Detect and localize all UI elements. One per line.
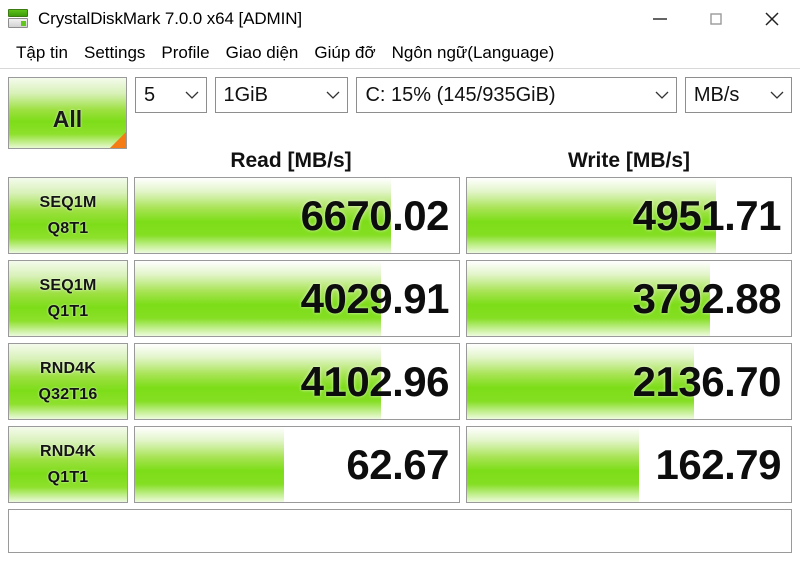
read-result-seq1m-q8t1[interactable]: 6670.02 <box>134 177 460 254</box>
target-drive-value: C: 15% (145/935GiB) <box>365 83 556 106</box>
column-header-spacer <box>8 149 128 177</box>
test-label-sub: Q32T16 <box>38 385 98 403</box>
column-headers: Read [MB/s] Write [MB/s] <box>0 149 800 177</box>
table-row: SEQ1M Q8T1 6670.02 4951.71 <box>8 177 792 254</box>
write-value: 162.79 <box>655 440 782 488</box>
test-label-main: SEQ1M <box>39 276 97 294</box>
read-result-seq1m-q1t1[interactable]: 4029.91 <box>134 260 460 337</box>
test-label-seq1m-q8t1[interactable]: SEQ1M Q8T1 <box>8 177 128 254</box>
write-value: 3792.88 <box>632 274 782 322</box>
test-size-dropdown[interactable]: 1GiB <box>214 77 349 113</box>
read-result-rnd4k-q32t16[interactable]: 4102.96 <box>134 343 460 420</box>
test-label-rnd4k-q1t1[interactable]: RND4K Q1T1 <box>8 426 128 503</box>
crystaldiskmark-window: CrystalDiskMark 7.0.0 x64 [ADMIN] Tập ti… <box>0 0 800 576</box>
target-drive-dropdown[interactable]: C: 15% (145/935GiB) <box>356 77 677 113</box>
test-label-sub: Q8T1 <box>47 219 89 237</box>
read-bar-fill <box>135 427 285 502</box>
read-value: 62.67 <box>346 440 449 488</box>
test-label-main: RND4K <box>39 442 97 460</box>
title-bar: CrystalDiskMark 7.0.0 x64 [ADMIN] <box>0 0 800 38</box>
close-button[interactable] <box>744 0 800 38</box>
write-result-rnd4k-q32t16[interactable]: 2136.70 <box>466 343 792 420</box>
menu-item-settings[interactable]: Settings <box>76 43 153 63</box>
window-title: CrystalDiskMark 7.0.0 x64 [ADMIN] <box>38 9 303 28</box>
chevron-down-icon <box>770 91 784 99</box>
unit-dropdown[interactable]: MB/s <box>684 77 793 113</box>
table-row: SEQ1M Q1T1 4029.91 3792.88 <box>8 260 792 337</box>
minimize-icon <box>653 18 667 20</box>
chevron-down-icon <box>655 91 669 99</box>
write-column-header: Write [MB/s] <box>567 149 691 172</box>
status-comment-box[interactable] <box>8 509 792 553</box>
unit-value: MB/s <box>693 83 740 106</box>
run-all-label: All <box>52 105 83 132</box>
test-label-main: SEQ1M <box>39 193 97 211</box>
test-label-rnd4k-q32t16[interactable]: RND4K Q32T16 <box>8 343 128 420</box>
disk-icon <box>6 6 32 32</box>
all-button-corner-marker <box>109 132 126 148</box>
write-value: 2136.70 <box>632 357 782 405</box>
write-bar-fill <box>467 427 639 502</box>
table-row: RND4K Q32T16 4102.96 2136.70 <box>8 343 792 420</box>
read-value: 6670.02 <box>300 191 450 239</box>
read-result-rnd4k-q1t1[interactable]: 62.67 <box>134 426 460 503</box>
run-all-button[interactable]: All <box>8 77 127 149</box>
close-icon <box>765 12 779 26</box>
read-value: 4102.96 <box>300 357 450 405</box>
results-grid: SEQ1M Q8T1 6670.02 4951.71 SEQ1M Q1T1 40… <box>0 177 800 503</box>
maximize-button[interactable] <box>688 0 744 38</box>
test-count-dropdown[interactable]: 5 <box>134 77 207 113</box>
test-label-sub: Q1T1 <box>47 302 89 320</box>
menu-item-help[interactable]: Giúp đỡ <box>306 43 383 63</box>
test-size-value: 1GiB <box>223 83 268 106</box>
test-count-value: 5 <box>143 83 156 106</box>
menu-item-file[interactable]: Tập tin <box>8 43 76 63</box>
test-label-seq1m-q1t1[interactable]: SEQ1M Q1T1 <box>8 260 128 337</box>
minimize-button[interactable] <box>632 0 688 38</box>
write-result-seq1m-q1t1[interactable]: 3792.88 <box>466 260 792 337</box>
toolbar: All 5 1GiB C: 15% (145/935GiB) MB/s <box>0 69 800 149</box>
maximize-icon <box>710 13 722 25</box>
menu-item-theme[interactable]: Giao diện <box>218 43 307 63</box>
write-result-seq1m-q8t1[interactable]: 4951.71 <box>466 177 792 254</box>
window-controls <box>632 0 800 38</box>
chevron-down-icon <box>327 91 340 99</box>
test-label-sub: Q1T1 <box>47 468 89 486</box>
write-result-rnd4k-q1t1[interactable]: 162.79 <box>466 426 792 503</box>
read-column-header: Read [MB/s] <box>230 149 352 172</box>
chevron-down-icon <box>185 91 198 99</box>
table-row: RND4K Q1T1 62.67 162.79 <box>8 426 792 503</box>
read-value: 4029.91 <box>300 274 450 322</box>
write-value: 4951.71 <box>632 191 782 239</box>
menu-bar: Tập tin Settings Profile Giao diện Giúp … <box>0 38 800 69</box>
menu-item-language[interactable]: Ngôn ngữ(Language) <box>384 43 563 63</box>
menu-item-profile[interactable]: Profile <box>153 43 217 63</box>
test-label-main: RND4K <box>39 359 97 377</box>
